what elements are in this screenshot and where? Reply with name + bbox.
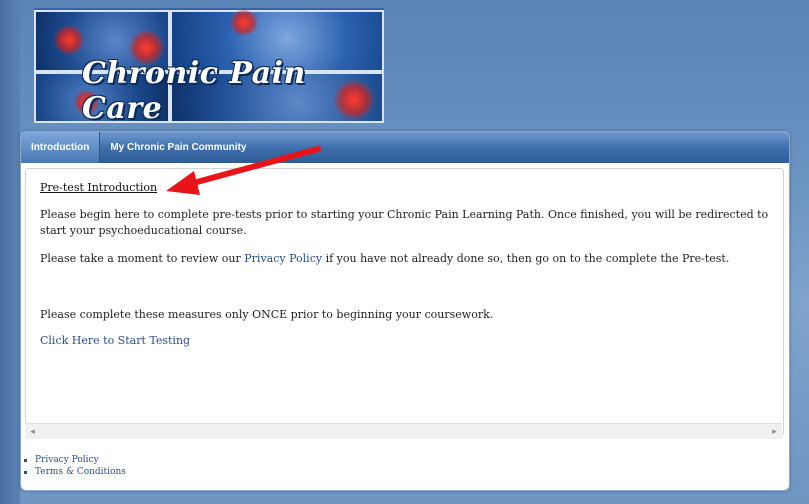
tab-introduction[interactable]: Introduction: [21, 132, 101, 163]
arrow-shaft: [183, 146, 321, 188]
footer-links: Privacy Policy Terms & Conditions: [24, 454, 126, 478]
start-testing-link[interactable]: Click Here to Start Testing: [40, 334, 190, 347]
footer-link-item: Terms & Conditions: [24, 466, 126, 478]
banner-title: Chronic Pain Care: [82, 56, 306, 123]
content-panel: Pre-test Introduction Please begin here …: [25, 168, 784, 436]
pain-hotspot: [229, 10, 259, 35]
footer-terms-link[interactable]: Terms & Conditions: [35, 467, 126, 477]
privacy-policy-link[interactable]: Privacy Policy: [244, 252, 322, 265]
scroll-left-icon[interactable]: ◂: [25, 424, 40, 439]
page-title: Pre-test Introduction: [40, 181, 158, 194]
horizontal-scrollbar[interactable]: ◂ ▸: [25, 423, 782, 439]
main-container: Introduction My Chronic Pain Community P…: [20, 131, 790, 491]
site-banner: Chronic Pain Care: [34, 8, 384, 123]
tab-bar: Introduction My Chronic Pain Community: [21, 132, 789, 163]
arrow-head: [166, 171, 200, 195]
pain-hotspot: [54, 25, 84, 55]
privacy-paragraph: Please take a moment to review our Priva…: [40, 251, 770, 267]
once-paragraph: Please complete these measures only ONCE…: [40, 308, 494, 321]
footer-link-item: Privacy Policy: [24, 454, 126, 466]
footer-privacy-policy-link[interactable]: Privacy Policy: [35, 455, 99, 465]
red-arrow-annotation: [166, 146, 321, 195]
left-background-strip: [0, 0, 20, 504]
scroll-right-icon[interactable]: ▸: [767, 424, 782, 439]
intro-paragraph: Please begin here to complete pre-tests …: [40, 208, 769, 237]
privacy-paragraph-text: Please take a moment to review our: [40, 252, 245, 265]
privacy-paragraph-text-end: if you have not already done so, then go…: [322, 252, 730, 265]
